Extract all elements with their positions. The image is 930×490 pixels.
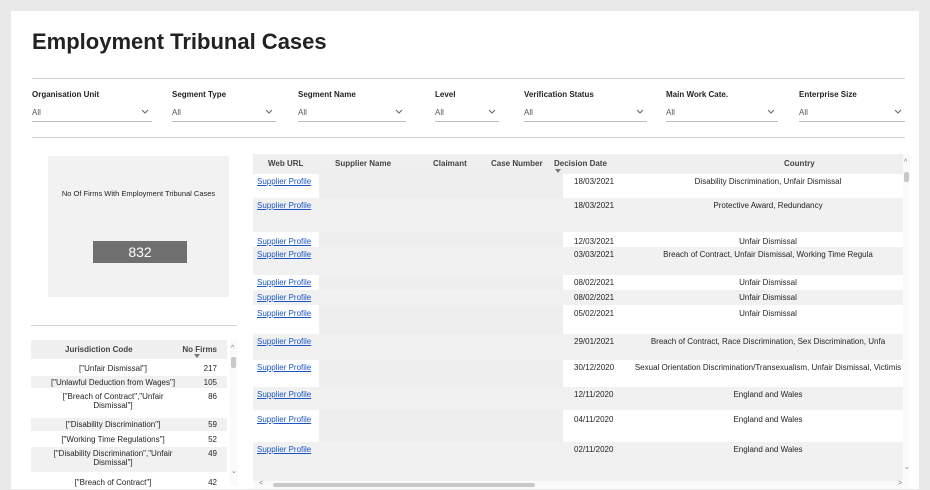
scroll-down-icon[interactable]: ⌄: [231, 467, 237, 475]
table-row[interactable]: Supplier Profile 30/12/2020 Sexual Orien…: [253, 360, 903, 386]
supplier-profile-link[interactable]: Supplier Profile: [257, 390, 311, 399]
main-work-category-dropdown[interactable]: All: [666, 104, 778, 122]
scroll-right-icon[interactable]: >: [898, 480, 902, 487]
scroll-up-icon[interactable]: ^: [904, 159, 907, 166]
table-row[interactable]: ["Unlawful Deduction from Wages"] 105: [31, 376, 227, 388]
chevron-down-icon: [894, 109, 902, 114]
scroll-up-icon[interactable]: ^: [231, 345, 234, 352]
table-row[interactable]: Supplier Profile 04/11/2020 England and …: [253, 412, 903, 438]
column-header-decision-date[interactable]: Decision Date: [554, 159, 607, 168]
table-row[interactable]: ["Disability Discrimination","Unfair Dis…: [31, 447, 227, 472]
organisation-unit-dropdown[interactable]: All: [32, 104, 152, 122]
cases-header-row: Web URL Supplier Name Claimant Case Numb…: [253, 154, 903, 174]
supplier-profile-link[interactable]: Supplier Profile: [257, 445, 311, 454]
filter-label-segment-name: Segment Name: [298, 90, 356, 99]
table-row[interactable]: Supplier Profile 03/03/2021 Breach of Co…: [253, 247, 903, 275]
chevron-down-icon: [395, 109, 403, 114]
column-header-jurisdiction-code[interactable]: Jurisdiction Code: [65, 345, 133, 354]
supplier-profile-link[interactable]: Supplier Profile: [257, 237, 311, 246]
scroll-thumb[interactable]: [273, 483, 535, 487]
table-row[interactable]: Supplier Profile 02/11/2020 England and …: [253, 442, 903, 481]
chevron-down-icon: [141, 109, 149, 114]
chevron-down-icon: [488, 109, 496, 114]
segment-name-dropdown[interactable]: All: [298, 104, 406, 122]
table-row[interactable]: ["Disability Discrimination"] 59: [31, 418, 227, 431]
chevron-down-icon: [265, 109, 273, 114]
left-divider: [31, 325, 237, 326]
scroll-thumb[interactable]: [231, 357, 236, 368]
supplier-profile-link[interactable]: Supplier Profile: [257, 201, 311, 210]
level-dropdown[interactable]: All: [435, 104, 499, 122]
column-header-supplier-name[interactable]: Supplier Name: [335, 159, 391, 168]
scroll-left-icon[interactable]: <: [259, 480, 263, 487]
jurisdiction-scrollbar[interactable]: ^ ⌄: [230, 340, 238, 486]
cases-table: Web URL Supplier Name Claimant Case Numb…: [253, 154, 910, 489]
supplier-profile-link[interactable]: Supplier Profile: [257, 309, 311, 318]
firm-count-card: No Of Firms With Employment Tribunal Cas…: [48, 156, 229, 297]
enterprise-size-dropdown[interactable]: All: [799, 104, 905, 122]
sort-desc-icon: [194, 354, 200, 358]
table-row[interactable]: Supplier Profile 29/01/2021 Breach of Co…: [253, 334, 903, 360]
table-row[interactable]: Supplier Profile 08/02/2021 Unfair Dismi…: [253, 290, 903, 305]
filter-divider: [32, 137, 905, 138]
sort-desc-icon: [555, 169, 561, 173]
segment-type-dropdown[interactable]: All: [172, 104, 276, 122]
table-row[interactable]: ["Unfair Dismissal"] 217: [31, 362, 227, 374]
top-divider: [32, 78, 905, 79]
supplier-profile-link[interactable]: Supplier Profile: [257, 363, 311, 372]
table-row[interactable]: ["Breach of Contract","Unfair Dismissal"…: [31, 390, 227, 416]
table-row[interactable]: Supplier Profile 12/03/2021 Unfair Dismi…: [253, 234, 903, 247]
table-row[interactable]: Supplier Profile 08/02/2021 Unfair Dismi…: [253, 275, 903, 289]
scroll-down-icon[interactable]: ⌄: [904, 463, 910, 471]
page-title: Employment Tribunal Cases: [32, 29, 327, 54]
filter-label-enterprise-size: Enterprise Size: [799, 90, 857, 99]
column-header-no-firms[interactable]: No Firms: [182, 345, 217, 354]
column-header-web-url[interactable]: Web URL: [268, 159, 303, 168]
table-row[interactable]: ["Working Time Regulations"] 52: [31, 433, 227, 446]
column-header-case-number[interactable]: Case Number: [491, 159, 543, 168]
filter-label-segment-type: Segment Type: [172, 90, 227, 99]
supplier-profile-link[interactable]: Supplier Profile: [257, 293, 311, 302]
jurisdiction-header-row: Jurisdiction Code No Firms: [31, 340, 227, 359]
report-canvas: Employment Tribunal Cases Organisation U…: [11, 11, 919, 489]
table-row[interactable]: Supplier Profile 12/11/2020 England and …: [253, 387, 903, 410]
table-row[interactable]: ["Breach of Contract"] 42: [31, 475, 227, 488]
column-header-claimant[interactable]: Claimant: [433, 159, 467, 168]
supplier-profile-link[interactable]: Supplier Profile: [257, 250, 311, 259]
firm-count-value: 832: [93, 241, 187, 263]
chevron-down-icon: [636, 109, 644, 114]
filter-label-main-work-cate: Main Work Cate.: [666, 90, 729, 99]
cases-vertical-scrollbar[interactable]: ^ ⌄: [903, 154, 910, 481]
verification-status-dropdown[interactable]: All: [524, 104, 647, 122]
table-row[interactable]: Supplier Profile 18/03/2021 Disability D…: [253, 174, 903, 188]
table-row[interactable]: Supplier Profile 18/03/2021 Protective A…: [253, 198, 903, 232]
supplier-profile-link[interactable]: Supplier Profile: [257, 278, 311, 287]
supplier-profile-link[interactable]: Supplier Profile: [257, 177, 311, 186]
scroll-thumb[interactable]: [904, 172, 909, 182]
filter-label-verification-status: Verification Status: [524, 90, 594, 99]
supplier-profile-link[interactable]: Supplier Profile: [257, 415, 311, 424]
chevron-down-icon: [767, 109, 775, 114]
column-header-country[interactable]: Country: [784, 159, 815, 168]
filter-label-level: Level: [435, 90, 456, 99]
supplier-profile-link[interactable]: Supplier Profile: [257, 337, 311, 346]
card-title: No Of Firms With Employment Tribunal Cas…: [61, 189, 216, 198]
table-row[interactable]: Supplier Profile 05/02/2021 Unfair Dismi…: [253, 306, 903, 334]
cases-horizontal-scrollbar[interactable]: < >: [253, 480, 910, 489]
filter-label-organisation-unit: Organisation Unit: [32, 90, 100, 99]
